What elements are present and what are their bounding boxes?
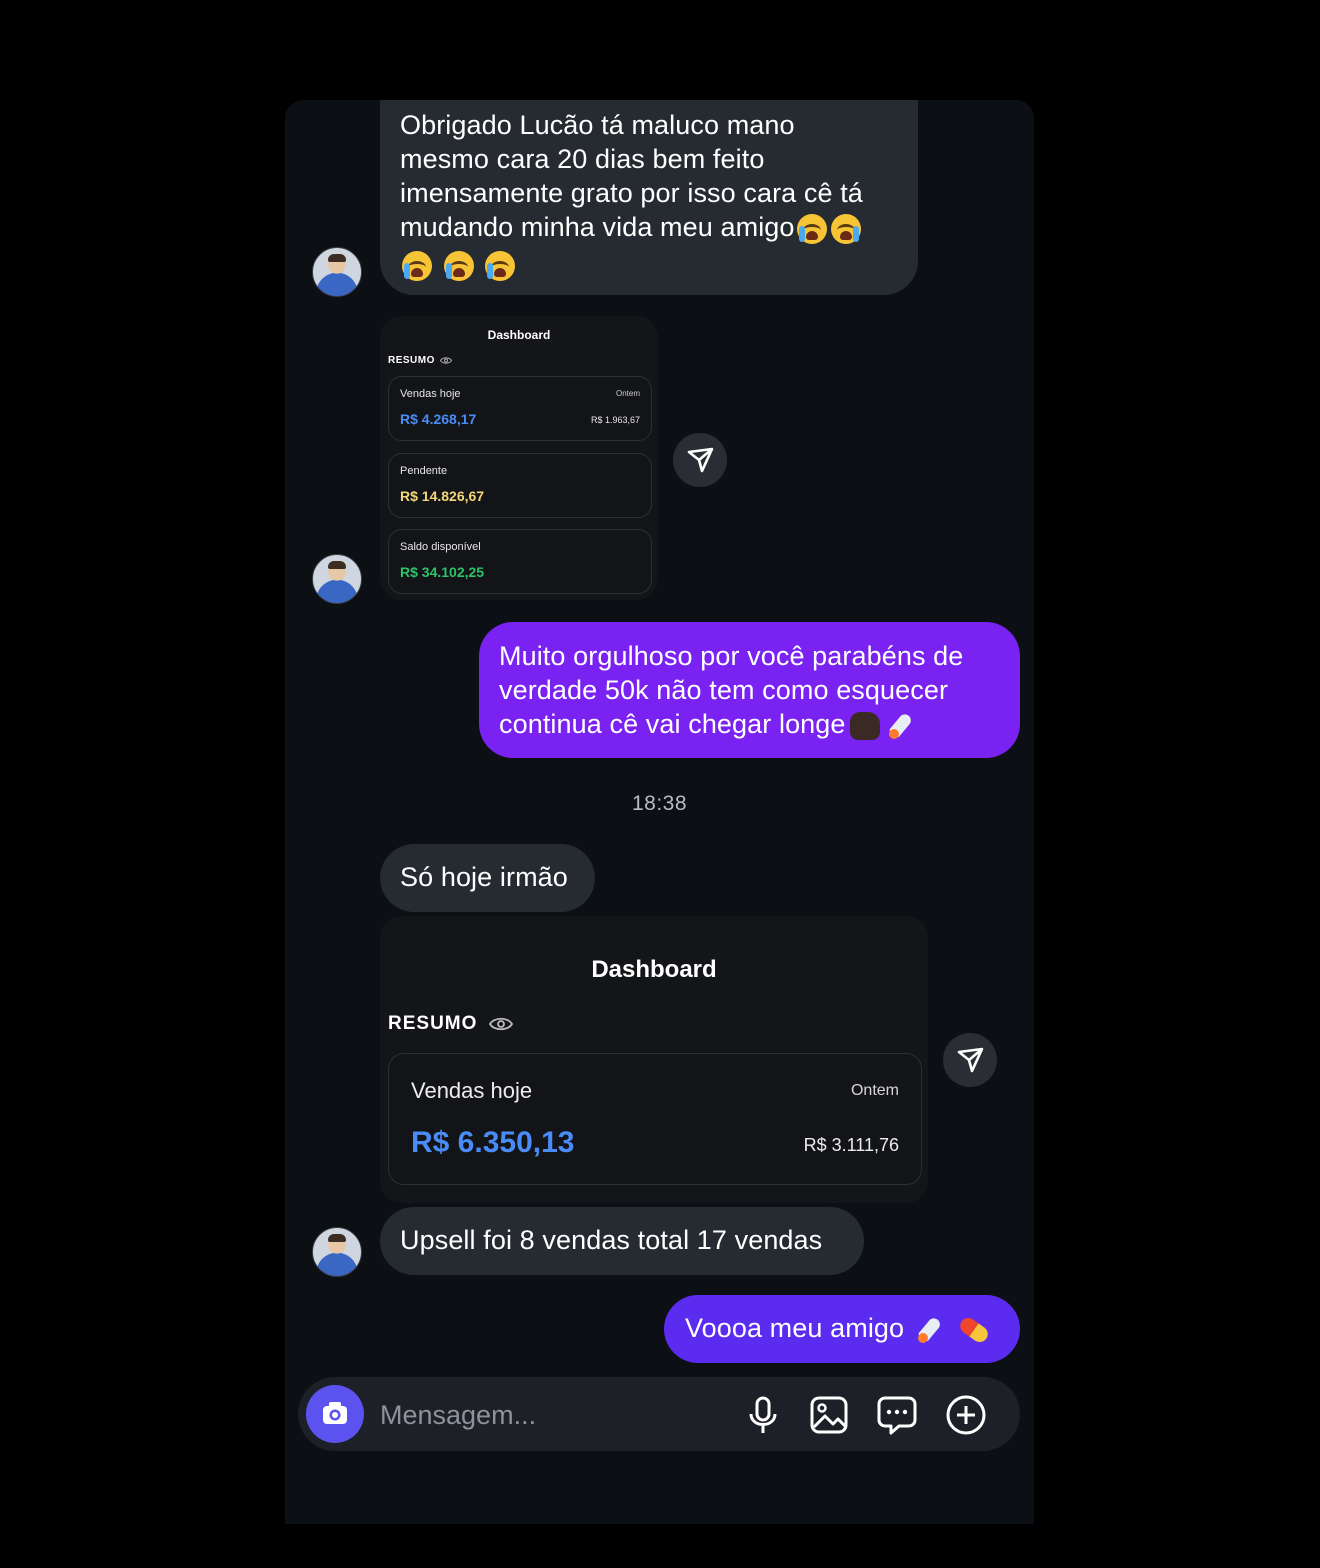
dashboard-image-small[interactable]: Dashboard RESUMO Vendas hoje Ontem R$ 4.…: [380, 316, 658, 600]
ontem-value: R$ 1.963,67: [590, 415, 640, 425]
send-icon: [957, 1047, 984, 1073]
message-line: mudando minha vida meu amigo: [400, 212, 795, 242]
saldo-box: Saldo disponível R$ 34.102,25: [388, 529, 652, 594]
avatar[interactable]: [312, 554, 362, 604]
pill-emoji: [957, 1314, 992, 1346]
share-button[interactable]: [943, 1033, 997, 1087]
share-button[interactable]: [673, 433, 727, 487]
crying-face-emoji: [443, 250, 474, 281]
ontem-label: Ontem: [850, 1082, 899, 1099]
crying-face-emoji: [402, 250, 432, 281]
ontem-label: Ontem: [615, 389, 640, 398]
send-icon: [687, 447, 714, 473]
message-input[interactable]: [378, 1394, 712, 1436]
avatar[interactable]: [312, 1227, 362, 1277]
avatar[interactable]: [312, 247, 362, 297]
dashboard-image-large[interactable]: Dashboard RESUMO Vendas hoje Ontem R$ 6.…: [380, 916, 928, 1203]
plus-icon[interactable]: [945, 1394, 987, 1436]
vendas-box: Vendas hoje Ontem R$ 4.268,17 R$ 1.963,6…: [388, 376, 652, 441]
message-bubble-outgoing[interactable]: Muito orgulhoso por você parabéns de ver…: [479, 622, 1020, 758]
vendas-label: Vendas hoje: [400, 388, 461, 400]
saldo-label: Saldo disponível: [400, 541, 481, 553]
fist-emoji: [849, 711, 880, 740]
message-line: Muito orgulhoso por você parabéns de: [499, 641, 964, 671]
ontem-value: R$ 3.111,76: [803, 1135, 899, 1155]
vendas-box: Vendas hoje Ontem R$ 6.350,13 R$ 3.111,7…: [388, 1053, 922, 1185]
resumo-label: RESUMO: [388, 1013, 478, 1034]
camera-icon: [323, 1402, 347, 1424]
timestamp: 18:38: [631, 792, 688, 815]
message-line: Obrigado Lucão tá maluco mano: [400, 110, 795, 140]
sticker-icon[interactable]: [877, 1395, 917, 1435]
message-text: Só hoje irmão: [400, 862, 568, 892]
message-bubble-incoming[interactable]: Obrigado Lucão tá maluco mano mesmo cara…: [380, 100, 918, 295]
dashboard-title: Dashboard: [591, 956, 717, 983]
message-text: Voooa meu amigo: [685, 1313, 905, 1343]
vendas-value: R$ 4.268,17: [400, 411, 477, 427]
rocket-emoji: [887, 711, 917, 741]
message-line: imensamente grato por isso cara cê tá: [400, 178, 863, 208]
vendas-label: Vendas hoje: [411, 1078, 533, 1103]
pendente-box: Pendente R$ 14.826,67: [388, 453, 652, 518]
gallery-icon[interactable]: [809, 1395, 849, 1435]
eye-icon: [489, 1017, 514, 1031]
eye-icon: [439, 357, 452, 364]
dashboard-title: Dashboard: [487, 328, 551, 342]
message-line: mesmo cara 20 dias bem feito: [400, 144, 765, 174]
saldo-value: R$ 34.102,25: [400, 564, 485, 580]
message-line: verdade 50k não tem como esquecer: [499, 675, 949, 705]
resumo-label: RESUMO: [388, 355, 435, 366]
microphone-icon[interactable]: [744, 1395, 782, 1435]
crying-face-emoji: [830, 213, 861, 244]
message-bubble-outgoing[interactable]: Voooa meu amigo: [664, 1295, 1020, 1363]
message-bubble-incoming[interactable]: Upsell foi 8 vendas total 17 vendas: [380, 1207, 864, 1275]
message-line: continua cê vai chegar longe: [499, 709, 846, 739]
message-composer: [298, 1377, 1020, 1451]
vendas-value: R$ 6.350,13: [411, 1126, 575, 1159]
chat-screen: Obrigado Lucão tá maluco mano mesmo cara…: [285, 100, 1034, 1524]
rocket-emoji: [916, 1315, 946, 1345]
pendente-value: R$ 14.826,67: [400, 488, 485, 504]
crying-face-emoji: [485, 250, 516, 281]
pendente-label: Pendente: [400, 465, 448, 477]
camera-button[interactable]: [306, 1385, 364, 1443]
message-bubble-incoming[interactable]: Só hoje irmão: [380, 844, 595, 912]
crying-face-emoji: [796, 213, 827, 244]
message-text: Upsell foi 8 vendas total 17 vendas: [400, 1225, 823, 1255]
